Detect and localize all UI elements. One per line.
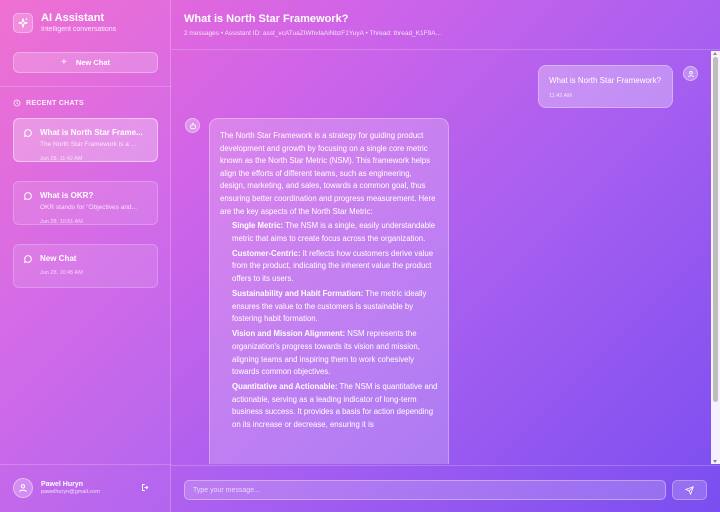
plus-icon: + bbox=[60, 57, 67, 68]
brand: AI Assistant Intelligent conversations bbox=[13, 12, 116, 33]
assistant-message-points: Single Metric: The NSM is a single, easi… bbox=[220, 220, 438, 432]
user-avatar-icon bbox=[13, 478, 33, 498]
chat-item[interactable]: What is OKR? OKR stands for "Objectives … bbox=[13, 181, 158, 225]
list-item: Customer-Centric: It reflects how custom… bbox=[232, 248, 438, 286]
point-title: Quantitative and Actionable: bbox=[232, 382, 338, 392]
point-title: Sustainability and Habit Formation: bbox=[232, 289, 364, 299]
user-avatar-icon bbox=[683, 66, 698, 81]
clock-icon bbox=[13, 99, 21, 107]
new-chat-button[interactable]: + New Chat bbox=[13, 52, 158, 73]
user-message-time: 11:42 AM bbox=[549, 93, 572, 99]
chat-item[interactable]: New Chat Jun 28, 10:45 AM bbox=[13, 244, 158, 288]
scrollbar-thumb[interactable] bbox=[713, 57, 718, 402]
scroll-down-icon[interactable] bbox=[713, 460, 717, 463]
list-item: Sustainability and Habit Formation: The … bbox=[232, 288, 438, 326]
send-icon bbox=[685, 485, 694, 495]
message-list[interactable]: What is North Star Framework? 11:42 AM T… bbox=[171, 51, 711, 464]
chat-meta: 2 messages • Assistant ID: asst_vcATuaZI… bbox=[184, 30, 441, 37]
point-title: Vision and Mission Alignment: bbox=[232, 329, 346, 339]
user-message: What is North Star Framework? 11:42 AM bbox=[538, 65, 673, 108]
chat-bubble-icon bbox=[23, 129, 32, 138]
recent-chats-label: RECENT CHATS bbox=[26, 99, 84, 107]
chat-item-time: Jun 28, 10:45 AM bbox=[40, 270, 83, 276]
new-chat-label: New Chat bbox=[75, 58, 110, 67]
chat-item-title: New Chat bbox=[40, 254, 77, 263]
sidebar-footer-divider bbox=[0, 464, 171, 465]
user-name: Pawel Huryn bbox=[41, 481, 84, 488]
app-root: AI Assistant Intelligent conversations +… bbox=[0, 0, 720, 512]
recent-chats-header: RECENT CHATS bbox=[13, 99, 84, 107]
point-title: Single Metric: bbox=[232, 221, 284, 231]
send-button[interactable] bbox=[672, 480, 707, 500]
chat-bubble-icon bbox=[23, 192, 32, 201]
sidebar: AI Assistant Intelligent conversations +… bbox=[0, 0, 171, 512]
chat-item[interactable]: What is North Star Frame... The North St… bbox=[13, 118, 158, 162]
list-item: Single Metric: The NSM is a single, easi… bbox=[232, 220, 438, 245]
logout-icon[interactable] bbox=[141, 483, 150, 492]
assistant-message-intro: The North Star Framework is a strategy f… bbox=[220, 131, 436, 216]
point-title: Customer-Centric: bbox=[232, 248, 301, 258]
brand-subtitle: Intelligent conversations bbox=[41, 26, 117, 33]
chat-item-preview: The North Star Framework is a ... bbox=[40, 141, 137, 148]
message-input[interactable] bbox=[184, 480, 666, 500]
scroll-up-icon[interactable] bbox=[713, 52, 717, 55]
chat-item-title: What is OKR? bbox=[40, 191, 94, 200]
list-item: Vision and Mission Alignment: NSM repres… bbox=[232, 328, 438, 378]
user-profile: Pawel Huryn pawelhuryn@gmail.com bbox=[13, 478, 158, 498]
user-email: pawelhuryn@gmail.com bbox=[41, 489, 100, 495]
chat-bubble-icon bbox=[23, 255, 32, 264]
list-item: Quantitative and Actionable: The NSM is … bbox=[232, 381, 438, 431]
sparkle-icon bbox=[13, 12, 33, 33]
sidebar-divider bbox=[0, 86, 171, 87]
chat-item-time: Jun 28, 10:51 AM bbox=[40, 219, 83, 225]
chat-panel: What is North Star Framework? 2 messages… bbox=[171, 0, 720, 512]
bot-icon bbox=[185, 118, 200, 133]
chat-item-time: Jun 28, 11:42 AM bbox=[40, 156, 83, 162]
chat-title: What is North Star Framework? bbox=[184, 13, 349, 25]
chat-header: What is North Star Framework? 2 messages… bbox=[171, 0, 720, 50]
user-message-text: What is North Star Framework? bbox=[549, 76, 662, 85]
assistant-message: The North Star Framework is a strategy f… bbox=[209, 118, 449, 464]
chat-item-title: What is North Star Frame... bbox=[40, 128, 143, 137]
brand-title: AI Assistant bbox=[41, 12, 105, 24]
chat-item-preview: OKR stands for "Objectives and... bbox=[40, 204, 137, 211]
composer bbox=[171, 465, 720, 512]
message-scrollbar[interactable] bbox=[711, 51, 720, 464]
